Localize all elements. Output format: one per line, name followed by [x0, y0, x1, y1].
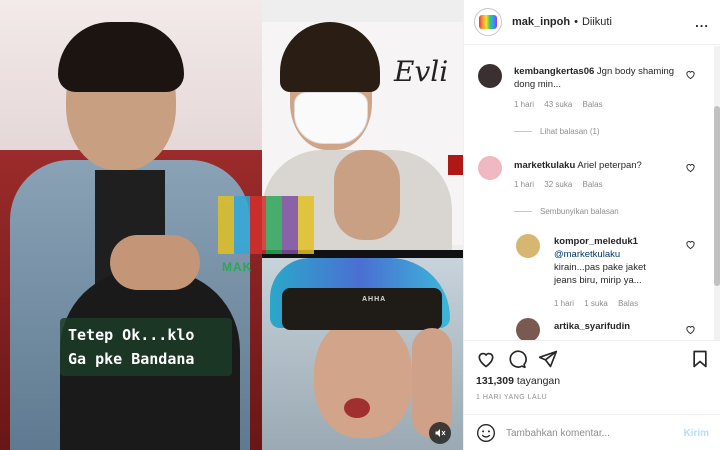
comment-avatar[interactable] [516, 234, 540, 258]
comment-mention[interactable]: @marketkulaku [554, 248, 682, 261]
comment-likes[interactable]: 1 suka [584, 299, 608, 308]
comments-list[interactable]: kembangkertas06 Jgn body shaming dong mi… [464, 46, 714, 340]
comment-input[interactable] [506, 427, 666, 439]
overlay-caption-line1: Tetep Ok...klo [68, 326, 195, 344]
hide-replies-button[interactable]: Sembunyikan balasan [514, 207, 619, 216]
photo-bottom-right-bandana [282, 288, 442, 330]
profile-username[interactable]: mak_inpoh [512, 16, 570, 28]
comment-body-line1: kirain...pas pake jaket [554, 262, 646, 273]
comment-likes[interactable]: 43 suka [544, 100, 572, 109]
bandana-text: AHHA [362, 296, 387, 303]
post-actions: 131,309 tayangan 1 HARI YANG LALU Kirim [464, 340, 720, 450]
comment-meta: 1 hari 1 suka Balas [554, 299, 646, 308]
photo-bottom-right-mouth [344, 398, 370, 418]
view-replies-button[interactable]: Lihat balasan (1) [514, 127, 600, 136]
comment-username[interactable]: kompor_meleduk1 [554, 235, 682, 248]
comment-username[interactable]: kembangkertas06 [514, 66, 594, 77]
photo-bottom-right: AHHA [262, 258, 463, 450]
comment-text: kembangkertas06 Jgn body shaming dong mi… [514, 65, 682, 91]
post-media[interactable]: Tetep Ok...klo Ga pke Bandana Evli AHHA … [0, 0, 463, 450]
hide-replies-label: Sembunyikan balasan [540, 207, 619, 216]
thread-line [514, 211, 532, 212]
comment-avatar[interactable] [478, 156, 502, 180]
muted-speaker-icon [435, 429, 446, 437]
profile-avatar[interactable] [474, 8, 502, 36]
comment-body: Ariel peterpan? [577, 160, 642, 171]
more-options-button[interactable]: ... [695, 15, 709, 30]
bookmark-icon[interactable] [690, 349, 710, 369]
comment-avatar[interactable] [478, 64, 502, 88]
comment-reply-button[interactable]: Balas [618, 299, 638, 308]
comment-username[interactable]: artika_syarifudin [554, 320, 682, 333]
watermark-bar [266, 196, 282, 254]
heart-icon[interactable] [685, 69, 696, 80]
view-count[interactable]: 131,309 tayangan [476, 375, 560, 387]
post-timestamp[interactable]: 1 HARI YANG LALU [476, 394, 547, 401]
heart-icon[interactable] [685, 239, 696, 250]
like-heart-icon[interactable] [476, 349, 496, 369]
comment-username[interactable]: marketkulaku [514, 160, 575, 171]
add-comment-bar: Kirim [464, 414, 720, 450]
comment-reply-button[interactable]: Balas [583, 180, 603, 189]
comment-text: kompor_meleduk1 @marketkulaku kirain...p… [554, 235, 682, 287]
photo-left-hands [110, 235, 200, 290]
scrollbar-thumb[interactable] [714, 106, 720, 286]
view-count-number: 131,309 [476, 375, 514, 387]
emoji-smiley-icon[interactable] [476, 423, 496, 443]
comment-meta: 1 hari 32 suka Balas [514, 180, 611, 189]
post-comment-button[interactable]: Kirim [683, 428, 709, 439]
watermark-bar [298, 196, 314, 254]
photo-bottom-right-face [314, 318, 412, 438]
watermark-text: MAK [222, 260, 253, 274]
banner-logo [448, 155, 463, 175]
mute-button[interactable] [429, 422, 451, 444]
banner-text: Evli [394, 55, 449, 88]
photo-top-right-hand [334, 150, 400, 240]
overlay-caption: Tetep Ok...klo Ga pke Bandana [60, 318, 232, 376]
view-replies-label: Lihat balasan (1) [540, 127, 600, 136]
watermark-bar [250, 196, 266, 254]
header-separator: • [574, 16, 578, 28]
heart-icon[interactable] [685, 324, 696, 335]
comment-body-line2: jeans biru, mirip ya... [554, 275, 642, 286]
comment-text: marketkulaku Ariel peterpan? [514, 159, 682, 172]
view-count-label: tayangan [516, 375, 561, 387]
comment-reply-button[interactable]: Balas [583, 100, 603, 109]
watermark-bar [282, 196, 298, 254]
photo-bottom-right-hand [412, 328, 452, 438]
comment-avatar[interactable] [516, 318, 540, 340]
comment-bubble-icon[interactable] [507, 349, 527, 369]
watermark-bar [234, 196, 250, 254]
post-header: mak_inpoh • Diikuti ... [464, 0, 720, 45]
watermark-logo: MAK [218, 196, 330, 274]
comments-scrollbar[interactable] [714, 46, 720, 340]
share-paper-plane-icon[interactable] [538, 349, 558, 369]
action-icons [476, 349, 711, 371]
comment-time: 1 hari [514, 100, 535, 109]
post-sidebar: mak_inpoh • Diikuti ... kembangkertas06 … [463, 0, 720, 450]
comment-time: 1 hari [514, 180, 535, 189]
heart-icon[interactable] [685, 162, 696, 173]
comment-time: 1 hari [554, 299, 575, 308]
tv-logo-icon [479, 15, 497, 29]
comment-likes[interactable]: 32 suka [544, 180, 572, 189]
thread-line [514, 131, 532, 132]
following-button[interactable]: Diikuti [582, 16, 612, 28]
comment-text: artika_syarifudin [554, 320, 682, 333]
watermark-bar [218, 196, 234, 254]
comment-meta: 1 hari 43 suka Balas [514, 100, 611, 109]
photo-top-right-mask [294, 92, 368, 144]
overlay-caption-line2: Ga pke Bandana [68, 350, 195, 368]
